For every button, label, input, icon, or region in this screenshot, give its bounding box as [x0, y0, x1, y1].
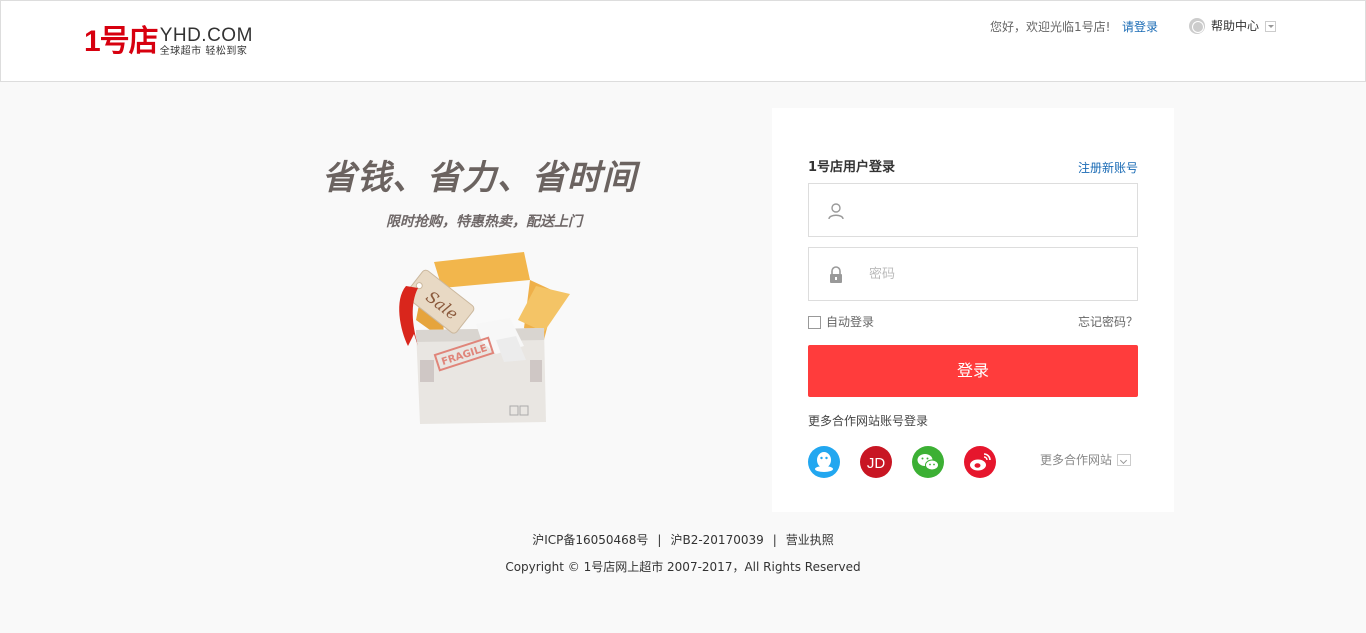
qq-login-button[interactable]	[808, 446, 840, 478]
icp-link[interactable]: 沪ICP备16050468号	[532, 533, 648, 547]
weibo-login-button[interactable]	[964, 446, 996, 478]
svg-text:JD: JD	[867, 455, 886, 472]
username-input[interactable]	[869, 184, 1129, 236]
username-field[interactable]	[808, 183, 1138, 237]
promo-title: 省钱、省力、省时间	[322, 158, 637, 198]
password-field[interactable]	[808, 247, 1138, 301]
site-logo[interactable]: 1号店 YHD.COM 全球超市 轻松到家	[84, 26, 253, 58]
chevron-down-icon	[1117, 454, 1132, 466]
logo-slogan: 全球超市 轻松到家	[159, 46, 248, 57]
b2-license-link[interactable]: 沪B2-20170039	[670, 533, 763, 547]
chevron-down-icon	[1265, 20, 1277, 32]
top-header: 1号店 YHD.COM 全球超市 轻松到家 您好，欢迎光临1号店! 请登录 帮助…	[0, 0, 1366, 82]
login-link[interactable]: 请登录	[1122, 19, 1158, 35]
promo-subtitle: 限时抢购，特惠热卖，配送上门	[386, 214, 582, 230]
login-button[interactable]: 登录	[808, 345, 1138, 397]
weibo-icon	[970, 453, 991, 471]
password-input[interactable]	[869, 248, 1129, 300]
help-center-menu[interactable]: 帮助中心	[1189, 18, 1277, 34]
auto-login-label: 自动登录	[826, 315, 875, 329]
copyright-text: Copyright © 1号店网上超市 2007-2017，All Rights…	[505, 560, 861, 574]
wechat-login-button[interactable]	[912, 446, 944, 478]
divider: |	[657, 533, 662, 547]
help-center-label: 帮助中心	[1211, 19, 1260, 33]
globe-icon	[1189, 18, 1205, 34]
more-partners-label: 更多合作网站	[1040, 453, 1113, 467]
logo-domain: YHD.COM	[159, 25, 253, 46]
user-icon	[828, 203, 844, 220]
jd-login-button[interactable]: JD	[860, 446, 892, 478]
gift-box-illustration: FRAGILE Sale	[399, 252, 570, 424]
logo-mark: 1号店	[84, 25, 159, 58]
logo-text: YHD.COM 全球超市 轻松到家	[160, 26, 253, 58]
auto-login-checkbox[interactable]	[808, 315, 821, 329]
welcome-text: 您好，欢迎光临1号店!	[990, 20, 1111, 34]
auto-login-option[interactable]: 自动登录	[808, 315, 874, 329]
forgot-password-link[interactable]: 忘记密码？	[1078, 315, 1138, 329]
qq-icon	[815, 452, 833, 472]
partner-login-title: 更多合作网站账号登录	[808, 414, 929, 428]
login-panel: 1号店用户登录 注册新账号 自动登录 忘记密码？ 登录 更多合作网站账号登录 J…	[772, 108, 1174, 512]
lock-icon	[830, 266, 842, 283]
more-partners-dropdown[interactable]: 更多合作网站	[1040, 452, 1132, 468]
login-title: 1号店用户登录	[808, 160, 896, 175]
divider: |	[772, 533, 777, 547]
footer-links: 沪ICP备16050468号 | 沪B2-20170039 | 营业执照	[0, 532, 1366, 548]
register-link[interactable]: 注册新账号	[1078, 160, 1138, 176]
wechat-icon	[917, 454, 939, 471]
business-license-link[interactable]: 营业执照	[786, 533, 834, 547]
jd-icon: JD	[867, 455, 886, 472]
